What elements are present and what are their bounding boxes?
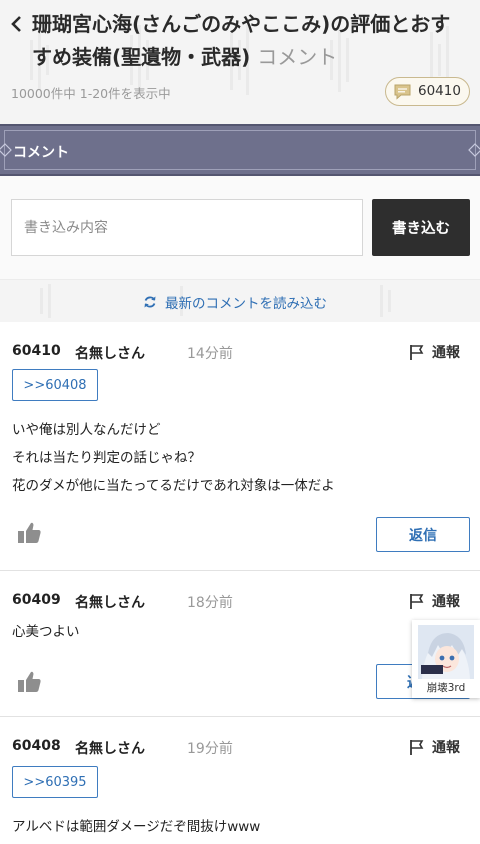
ad-label: 崩壊3rd [426, 682, 466, 694]
comment-body: いや俺は別人なんだけど それは当たり判定の話じゃね？ 花のダメが他に当たってるだ… [12, 416, 335, 500]
comment-line: それは当たり判定の話じゃね？ [12, 450, 201, 466]
section-title: コメント [13, 145, 69, 161]
page-title-suffix: コメント [257, 45, 338, 69]
report-button[interactable]: 通報 [409, 591, 460, 611]
speech-bubble-icon [394, 84, 411, 100]
comment-author: 名無しさん [75, 595, 145, 611]
comment-body: アルベドは範囲ダメージだぞ間抜けwww [12, 813, 260, 841]
comment-time: 14分前 [187, 346, 233, 362]
comment-line: いや俺は別人なんだけど [12, 422, 161, 438]
thumbs-up-icon[interactable] [15, 669, 43, 695]
refresh-icon [144, 296, 156, 308]
flag-icon [410, 740, 424, 755]
comment-item: 60409 名無しさん 18分前 通報 心美つよい 返 [0, 571, 480, 717]
comment-line: 心美つよい [12, 624, 80, 640]
comment-line: 花のダメが他に当たってるだけであれ対象は一体だよ [12, 478, 335, 494]
character-portrait-image [418, 625, 474, 679]
comment-section-bar: コメント [0, 124, 480, 176]
comment-number: 60410 [12, 343, 61, 359]
report-label: 通報 [432, 594, 460, 610]
report-label: 通報 [432, 345, 460, 361]
comment-input[interactable] [11, 199, 363, 256]
comment-count-badge: 60410 [385, 77, 470, 106]
comment-item: 60408 名無しさん 19分前 通報 >>60395 アルベドは範囲ダメージだ… [0, 717, 480, 844]
report-button[interactable]: 通報 [409, 737, 460, 757]
reload-comments-link[interactable]: 最新のコメントを読み込む [143, 292, 327, 312]
comment-total: 60410 [418, 83, 461, 99]
comment-body: 心美つよい [12, 618, 80, 646]
page-title: 珊瑚宮心海(さんごのみやここみ)の評価とおすすめ装備(聖遺物・武器) コメント [10, 8, 470, 74]
page-title-main: 珊瑚宮心海(さんごのみやここみ)の評価とおすすめ装備(聖遺物・武器) [32, 12, 451, 69]
comment-number: 60409 [12, 592, 61, 608]
report-label: 通報 [432, 740, 460, 756]
flag-icon [410, 345, 424, 360]
comment-compose-area: 書き込む [0, 176, 480, 280]
reply-anchor-link[interactable]: >>60395 [12, 766, 98, 798]
thumbs-up-icon[interactable] [15, 520, 43, 546]
floating-game-ad[interactable]: 崩壊3rd [412, 620, 480, 698]
comment-time: 19分前 [187, 741, 233, 757]
comment-line: アルベドは範囲ダメージだぞ間抜けwww [12, 819, 261, 835]
reply-anchor-link[interactable]: >>60408 [12, 369, 98, 401]
comment-time: 18分前 [187, 595, 233, 611]
comment-author: 名無しさん [75, 741, 145, 757]
ornament-icon [468, 143, 480, 157]
chevron-left-icon [11, 16, 21, 32]
ornament-icon [0, 143, 12, 157]
submit-comment-button[interactable]: 書き込む [372, 199, 470, 256]
comment-author: 名無しさん [75, 346, 145, 362]
comment-item: 60410 名無しさん 14分前 通報 >>60408 いや俺は別人なんだけど … [0, 322, 480, 571]
reload-bar: 最新のコメントを読み込む [0, 280, 480, 322]
section-bar-frame [4, 130, 476, 170]
report-button[interactable]: 通報 [409, 342, 460, 362]
result-count-text: 10000件中 1-20件を表示中 [11, 86, 171, 101]
page-header: 珊瑚宮心海(さんごのみやここみ)の評価とおすすめ装備(聖遺物・武器) コメント … [0, 0, 480, 124]
reload-label: 最新のコメントを読み込む [165, 296, 327, 312]
flag-icon [410, 594, 424, 609]
comment-number: 60408 [12, 738, 61, 754]
back-to-article-link[interactable]: 珊瑚宮心海(さんごのみやここみ)の評価とおすすめ装備(聖遺物・武器) コメント [10, 8, 470, 74]
reply-button[interactable]: 返信 [376, 517, 470, 552]
